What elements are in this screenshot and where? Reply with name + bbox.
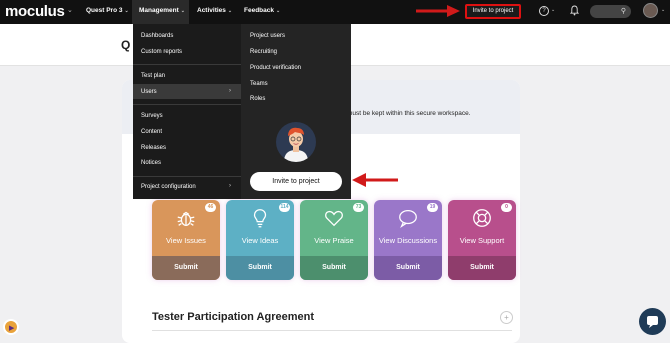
search-input[interactable]: ⚲ <box>590 5 631 18</box>
bell-icon[interactable] <box>570 5 579 16</box>
menu-divider <box>133 64 241 65</box>
tile-label: View Issues <box>166 236 206 245</box>
recording-widget-button[interactable]: ▶ <box>3 319 19 335</box>
lightbulb-icon <box>253 209 267 228</box>
page-title: Q <box>121 38 131 52</box>
tile-support[interactable]: 0 View Support Submit <box>448 200 516 280</box>
chat-icon <box>647 316 658 328</box>
nav-project-switcher[interactable]: Quest Pro 3 ⌄ <box>86 7 129 14</box>
submit-issue-button[interactable]: Submit <box>152 256 220 280</box>
tile-discussions[interactable]: 19 View Discussions Submit <box>374 200 442 280</box>
menu-item-test-plan[interactable]: Test plan <box>141 73 165 79</box>
submit-support-button[interactable]: Submit <box>448 256 516 280</box>
chevron-down-icon[interactable]: ⌄ <box>551 7 555 13</box>
tile-issues[interactable]: 46 View Issues Submit <box>152 200 220 280</box>
tile-label: View Ideas <box>241 236 279 245</box>
menu-item-releases[interactable]: Releases <box>141 145 166 151</box>
annotation-arrow-icon <box>416 5 460 17</box>
bug-icon <box>177 211 195 226</box>
count-badge: 19 <box>427 203 438 212</box>
submenu-roles[interactable]: Roles <box>250 96 265 102</box>
chevron-down-icon: ⌄ <box>276 8 281 14</box>
menu-item-notices[interactable]: Notices <box>141 160 161 166</box>
tile-label: View Support <box>459 236 505 245</box>
menu-item-custom-reports[interactable]: Custom reports <box>141 49 182 55</box>
agreement-heading: Tester Participation Agreement <box>152 311 314 323</box>
tile-label: View Discussions <box>378 236 438 245</box>
chevron-down-icon[interactable]: ⌄ <box>67 6 73 14</box>
menu-divider <box>133 104 241 105</box>
help-icon[interactable]: ? <box>539 6 549 16</box>
menu-item-surveys[interactable]: Surveys <box>141 113 163 119</box>
notice-text: must be kept within this secure workspac… <box>347 110 471 117</box>
submenu-project-users[interactable]: Project users <box>250 33 285 39</box>
lifebuoy-icon <box>473 209 491 227</box>
chevron-right-icon: › <box>229 183 231 189</box>
nav-feedback[interactable]: Feedback ⌄ <box>244 7 280 14</box>
chevron-down-icon: ⌄ <box>227 8 233 14</box>
nav-management[interactable]: Management ⌄ <box>139 7 185 14</box>
expand-icon[interactable]: + <box>500 311 513 324</box>
chat-launcher-button[interactable] <box>639 308 666 335</box>
chevron-down-icon: ⌄ <box>180 8 185 14</box>
menu-item-project-configuration[interactable]: Project configuration <box>141 184 196 190</box>
person-illustration <box>276 122 316 162</box>
chevron-down-icon: ⌄ <box>124 8 129 14</box>
chevron-right-icon: › <box>229 88 231 94</box>
invite-to-project-button[interactable]: Invite to project <box>465 4 521 19</box>
menu-item-dashboards[interactable]: Dashboards <box>141 33 173 39</box>
avatar[interactable] <box>643 3 658 18</box>
nav-activities[interactable]: Activities ⌄ <box>197 7 232 14</box>
count-badge: 114 <box>279 203 290 212</box>
count-badge: 46 <box>205 203 216 212</box>
divider <box>152 330 512 331</box>
tile-label: View Praise <box>314 236 354 245</box>
chevron-down-icon[interactable]: ⌄ <box>661 7 665 13</box>
search-icon: ⚲ <box>620 8 626 15</box>
count-badge: 0 <box>501 203 512 212</box>
menu-invite-to-project-button[interactable]: Invite to project <box>250 172 342 191</box>
annotation-arrow-icon <box>352 173 398 187</box>
tile-ideas[interactable]: 114 View Ideas Submit <box>226 200 294 280</box>
menu-item-users[interactable]: Users <box>141 89 157 95</box>
top-navbar: moculus ⌄ Quest Pro 3 ⌄ Management ⌄ Activ… <box>0 0 670 24</box>
menu-item-content[interactable]: Content <box>141 129 162 135</box>
logo[interactable]: moculus <box>5 3 65 20</box>
submenu-recruiting[interactable]: Recruiting <box>250 49 277 55</box>
heart-icon <box>325 210 343 227</box>
count-badge: 73 <box>353 203 364 212</box>
chat-bubble-icon <box>399 210 417 228</box>
submenu-teams[interactable]: Teams <box>250 81 268 87</box>
submit-praise-button[interactable]: Submit <box>300 256 368 280</box>
submit-idea-button[interactable]: Submit <box>226 256 294 280</box>
submenu-product-verification[interactable]: Product verification <box>250 65 301 71</box>
submit-discussion-button[interactable]: Submit <box>374 256 442 280</box>
tile-praise[interactable]: 73 View Praise Submit <box>300 200 368 280</box>
menu-divider <box>133 176 241 177</box>
play-icon: ▶ <box>9 325 15 332</box>
